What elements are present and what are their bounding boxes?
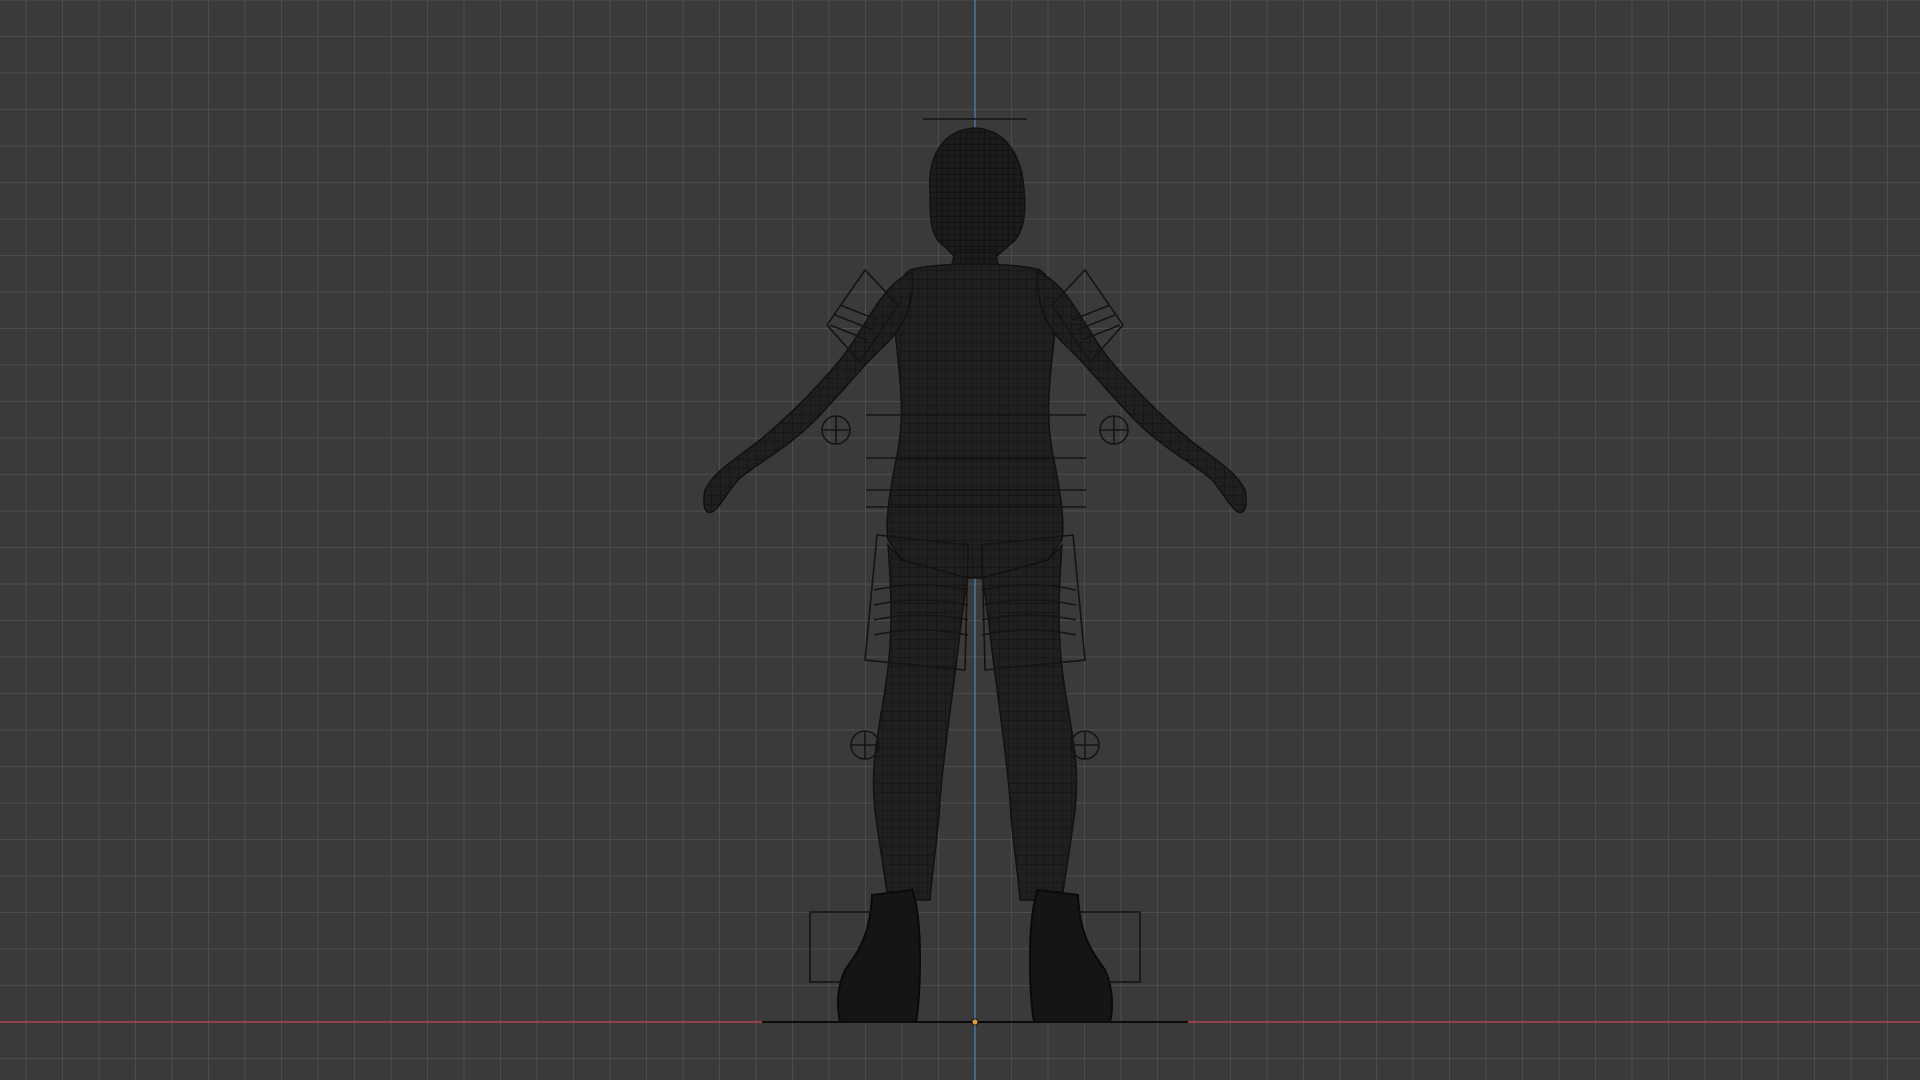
right-knee-target[interactable] <box>1070 730 1100 760</box>
left-boot-mesh <box>836 888 922 1023</box>
object-origin-dot[interactable] <box>971 1018 979 1026</box>
left-knee-target[interactable] <box>850 730 880 760</box>
right-boot-mesh <box>1028 888 1114 1023</box>
left-leg-mesh <box>872 542 969 901</box>
right-leg-mesh <box>981 542 1078 901</box>
head-mesh <box>929 127 1026 263</box>
left-elbow-target[interactable] <box>821 415 851 445</box>
right-arm-mesh <box>1036 270 1247 514</box>
left-arm-mesh <box>703 270 914 514</box>
3d-viewport[interactable] <box>0 0 1920 1080</box>
torso-mesh <box>886 263 1064 579</box>
right-elbow-target[interactable] <box>1099 415 1129 445</box>
viewport-canvas[interactable] <box>0 0 1920 1080</box>
